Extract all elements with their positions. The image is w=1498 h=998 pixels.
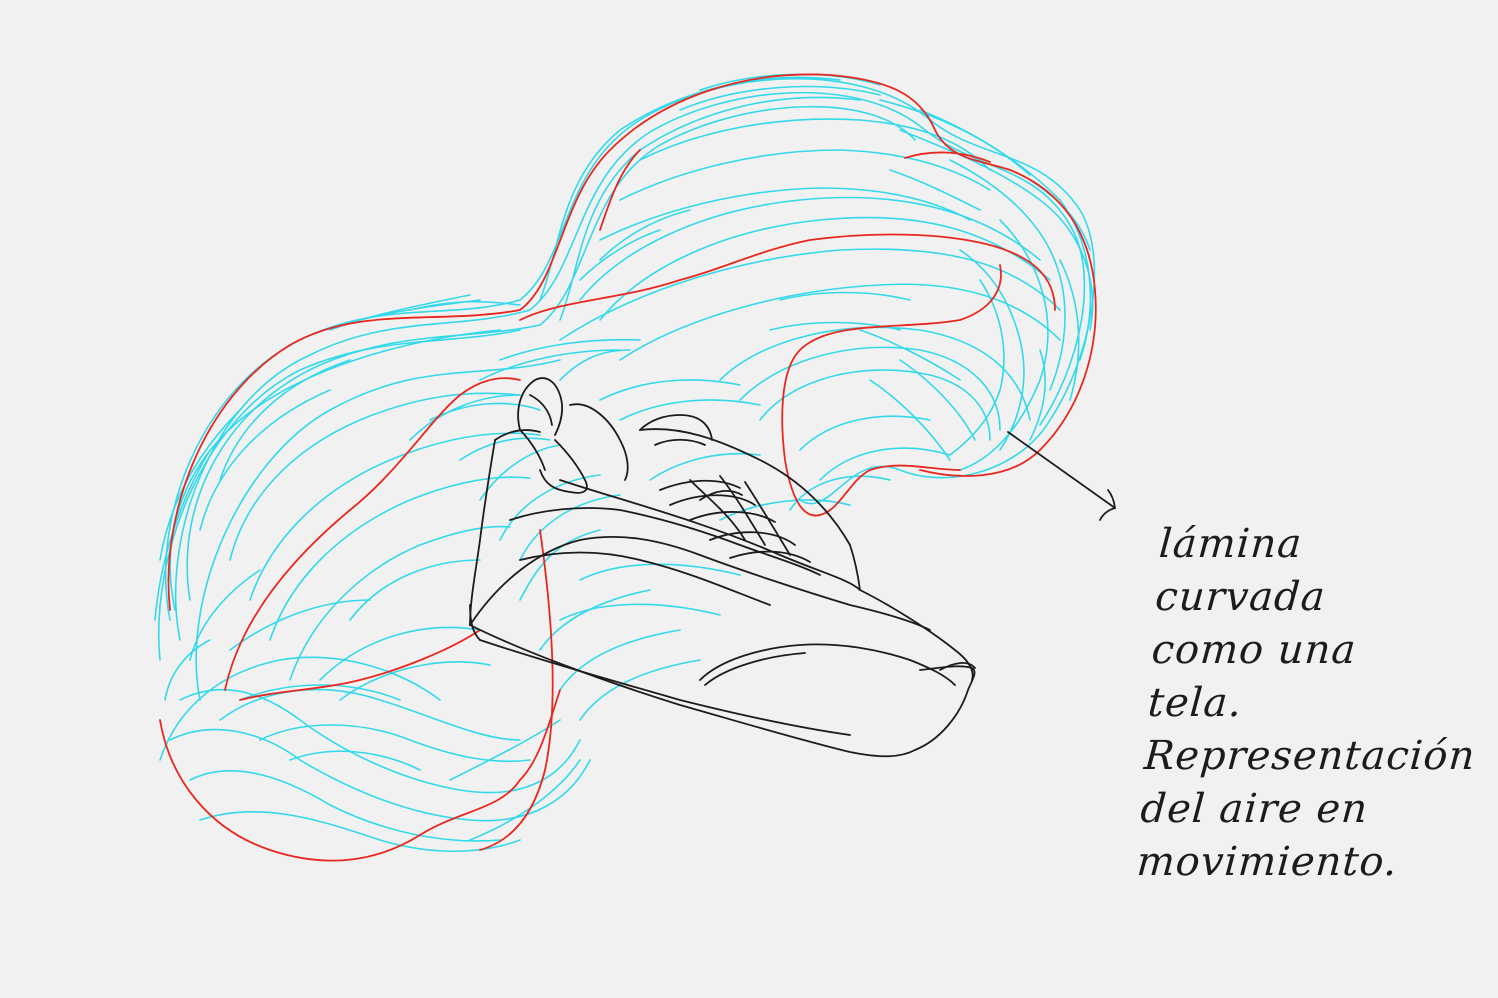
- annotation-line-2: curvada: [1153, 574, 1328, 620]
- annotation-line-5: Representación: [1142, 733, 1478, 779]
- annotation-line-3: como una: [1150, 627, 1358, 673]
- air-ribbon-strokes: [154, 73, 1096, 852]
- annotation-line-1: lámina: [1157, 521, 1304, 567]
- annotation-line-7: movimiento.: [1135, 839, 1400, 885]
- annotation-line-4: tela.: [1146, 680, 1244, 726]
- annotation-line-6: del aire en: [1139, 786, 1370, 832]
- annotation-arrow: [1007, 431, 1116, 521]
- handwritten-annotation: lámina curvada como una tela. Representa…: [1135, 518, 1491, 889]
